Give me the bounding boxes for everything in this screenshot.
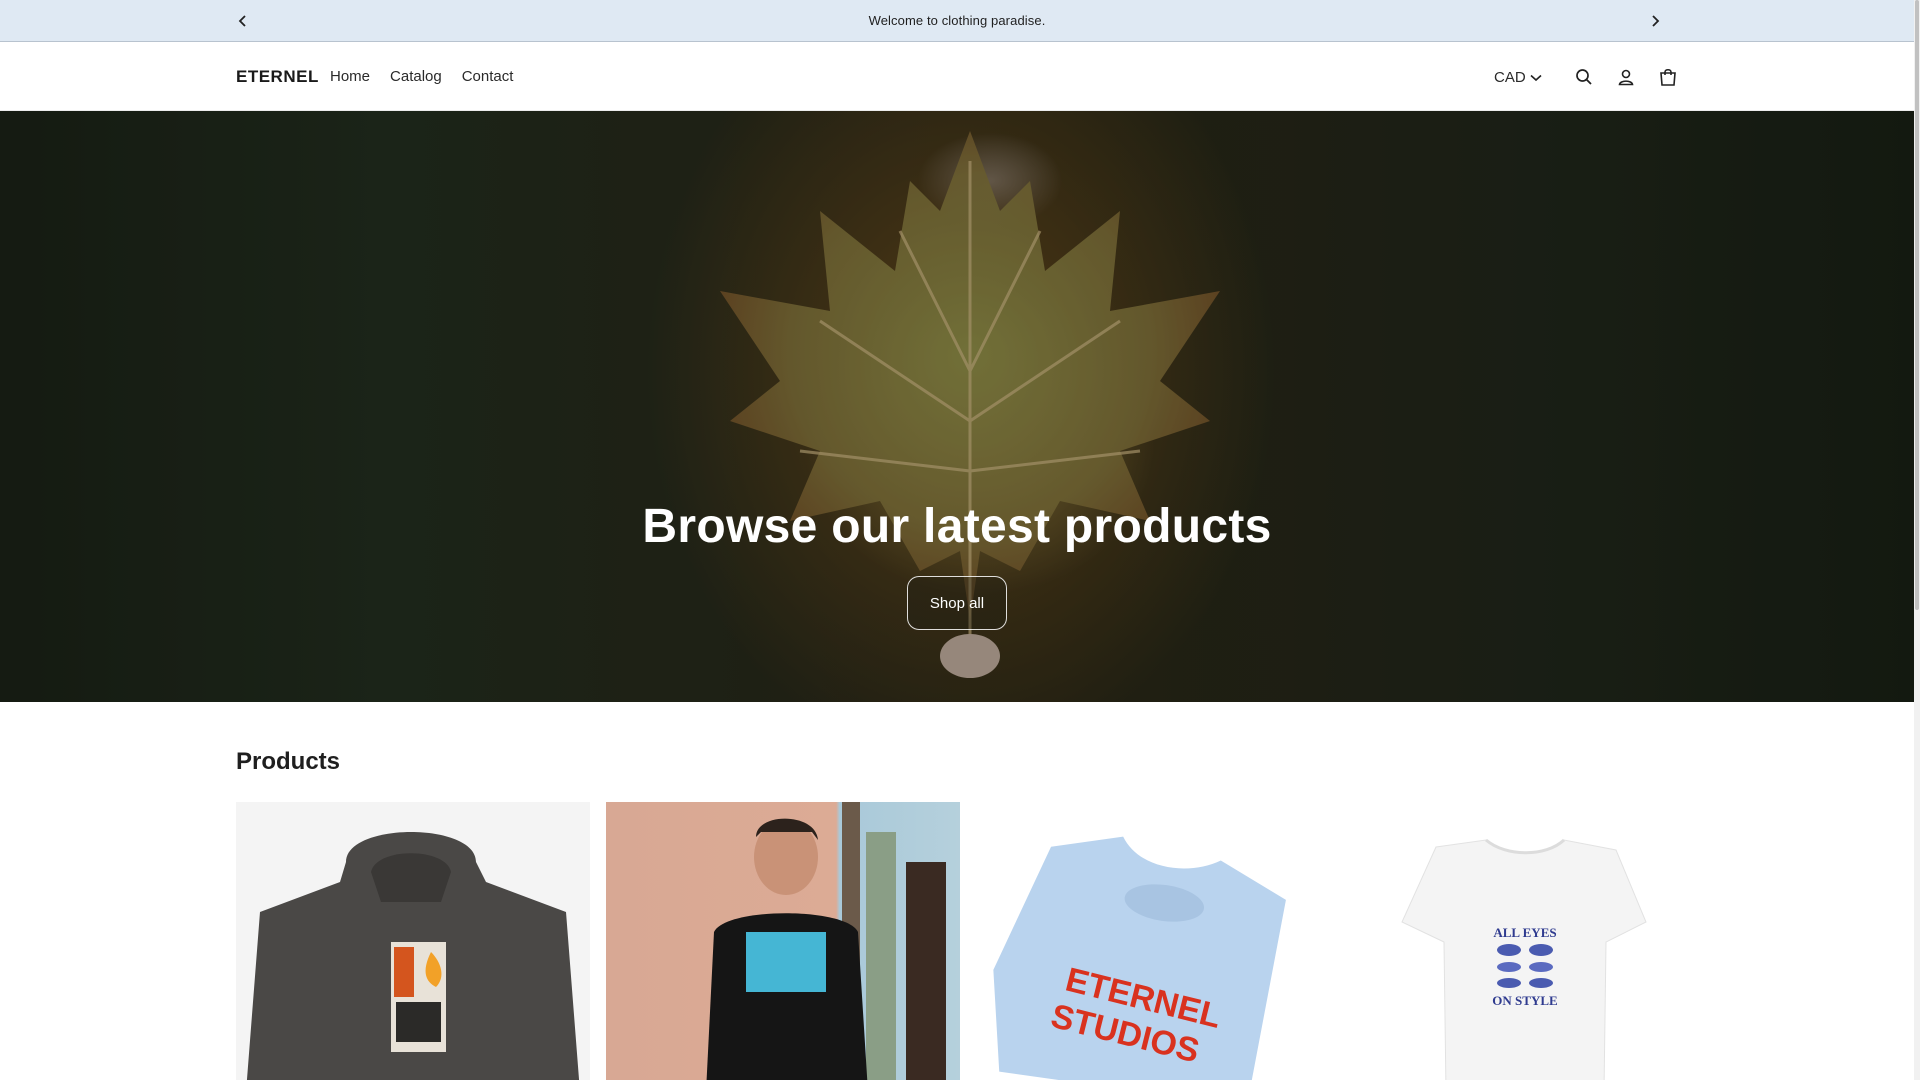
account-icon[interactable] [1614,65,1638,89]
scrollbar-thumb[interactable] [1915,0,1919,610]
tee-print-line-2: ON STYLE [1492,993,1557,1008]
product-card-3[interactable]: ETERNEL STUDIOS [976,802,1330,1080]
page-scrollbar[interactable] [1914,0,1920,1080]
product-card-2[interactable] [606,802,960,1080]
announcement-message: Welcome to clothing paradise. [868,13,1046,28]
product-grid: ETERNEL STUDIOS ALL EYES ON STYLE [236,802,1700,1080]
tee-blue-graphic: ETERNEL STUDIOS [993,836,1286,1080]
hoodie-graphic [246,832,580,1080]
currency-label: CAD [1494,68,1526,86]
products-heading: Products [236,748,341,775]
shop-all-button[interactable]: Shop all [907,576,1007,630]
nav-home[interactable]: Home [330,68,370,85]
tee-white-graphic: ALL EYES ON STYLE [1401,838,1647,1080]
announcement-bar: Welcome to clothing paradise. [0,0,1914,42]
currency-selector[interactable]: CAD [1494,69,1542,86]
chevron-right-icon[interactable] [1645,11,1665,31]
header-actions: CAD [1494,65,1680,89]
nav-contact[interactable]: Contact [462,68,514,85]
hero-banner: Browse our latest products Shop all [0,111,1914,702]
main-nav: Home Catalog Contact [330,68,513,85]
product-card-1[interactable] [236,802,590,1080]
model-graphic [706,802,946,1080]
site-header: ETERNEL Home Catalog Contact CAD [0,43,1914,111]
cart-icon[interactable] [1656,65,1680,89]
store-logo[interactable]: ETERNEL [236,67,319,87]
product-card-4[interactable]: ALL EYES ON STYLE [1346,802,1700,1080]
nav-catalog[interactable]: Catalog [390,68,442,85]
hero-title: Browse our latest products [642,500,1272,553]
chevron-down-icon [1530,69,1542,86]
tee-print-line-1: ALL EYES [1493,925,1556,940]
search-icon[interactable] [1572,65,1596,89]
